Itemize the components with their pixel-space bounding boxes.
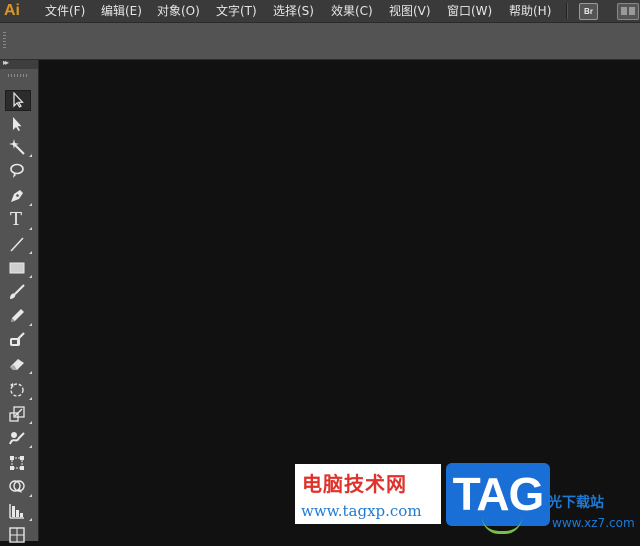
rectangle-tool[interactable] — [5, 258, 32, 279]
watermark-url: www.tagxp.com — [301, 502, 422, 520]
pen-tool-icon — [11, 190, 23, 202]
direct-selection-tool-icon — [13, 117, 22, 131]
flyout-indicator — [29, 203, 32, 206]
warp-tool[interactable] — [5, 428, 32, 449]
lasso-tool-icon — [10, 163, 24, 178]
watermark-title: 电脑技术网 — [302, 472, 407, 496]
free-transform-tool[interactable] — [5, 453, 31, 474]
shape-builder-tool[interactable] — [5, 477, 32, 498]
direct-selection-tool[interactable] — [5, 114, 31, 135]
menu-separator — [566, 3, 568, 19]
selection-tool[interactable] — [5, 90, 31, 111]
blob-brush-tool[interactable] — [5, 330, 31, 351]
pencil-tool[interactable] — [5, 306, 32, 327]
magic-wand-tool[interactable] — [5, 137, 32, 158]
flyout-indicator — [29, 421, 32, 424]
rotate-tool-icon — [10, 383, 24, 397]
type-tool-icon: T — [10, 209, 23, 230]
graph-tool[interactable] — [5, 501, 32, 522]
scale-tool-icon — [9, 406, 25, 422]
pen-tool[interactable] — [5, 186, 32, 207]
bridge-button[interactable]: Br — [579, 3, 598, 20]
blob-brush-tool-icon — [10, 332, 25, 346]
flyout-indicator — [29, 445, 32, 448]
menu-object[interactable]: 对象(O) — [157, 0, 200, 22]
flyout-indicator — [29, 494, 32, 497]
menu-effect[interactable]: 效果(C) — [331, 0, 373, 22]
type-tool[interactable]: T — [5, 209, 32, 231]
menu-window[interactable]: 窗口(W) — [447, 0, 492, 22]
watermark-side-url: www.xz7.com — [552, 516, 635, 530]
free-transform-tool-icon — [10, 456, 24, 470]
eraser-tool[interactable] — [5, 354, 32, 375]
menu-file[interactable]: 文件(F) — [45, 0, 85, 22]
menu-select[interactable]: 选择(S) — [273, 0, 314, 22]
magic-wand-tool-icon — [9, 139, 25, 155]
rectangle-tool-icon — [9, 262, 25, 274]
eraser-tool-icon — [10, 359, 24, 370]
menu-type[interactable]: 文字(T) — [216, 0, 257, 22]
menu-bar: Ai 文件(F) 编辑(E) 对象(O) 文字(T) 选择(S) 效果(C) 视… — [0, 0, 640, 23]
menu-help[interactable]: 帮助(H) — [509, 0, 551, 22]
flyout-indicator — [29, 323, 32, 326]
warp-tool-icon — [9, 432, 25, 445]
control-bar-grip[interactable] — [3, 32, 6, 50]
flyout-indicator — [29, 227, 32, 230]
control-bar — [0, 23, 640, 60]
workspace-switcher-icon[interactable] — [617, 3, 639, 20]
tools-panel: ▸▸ T — [0, 58, 39, 543]
mesh-tool[interactable] — [5, 525, 31, 546]
flyout-indicator — [29, 154, 32, 157]
shape-builder-tool-icon — [9, 480, 25, 493]
flyout-indicator — [29, 518, 32, 521]
paintbrush-tool-icon — [10, 284, 25, 299]
app-logo: Ai — [4, 2, 20, 19]
flyout-indicator — [29, 275, 32, 278]
rotate-tool[interactable] — [5, 380, 32, 401]
collapse-icon[interactable]: ▸▸ — [3, 58, 9, 67]
scale-tool[interactable] — [5, 404, 32, 425]
graph-tool-icon — [9, 504, 24, 519]
line-segment-tool-icon — [10, 237, 24, 252]
menu-view[interactable]: 视图(V) — [389, 0, 431, 22]
flyout-indicator — [29, 371, 32, 374]
watermark-side-text: 光下载站 — [548, 495, 604, 511]
selection-tool-icon — [13, 92, 24, 108]
line-segment-tool[interactable] — [5, 234, 32, 255]
menu-edit[interactable]: 编辑(E) — [101, 0, 142, 22]
tools-panel-header: ▸▸ — [0, 58, 38, 69]
paintbrush-tool[interactable] — [5, 282, 31, 303]
lasso-tool[interactable] — [5, 161, 31, 182]
flyout-indicator — [29, 251, 32, 254]
flyout-indicator — [29, 397, 32, 400]
tools-panel-grip[interactable] — [8, 74, 28, 77]
pencil-tool-icon — [11, 309, 24, 322]
